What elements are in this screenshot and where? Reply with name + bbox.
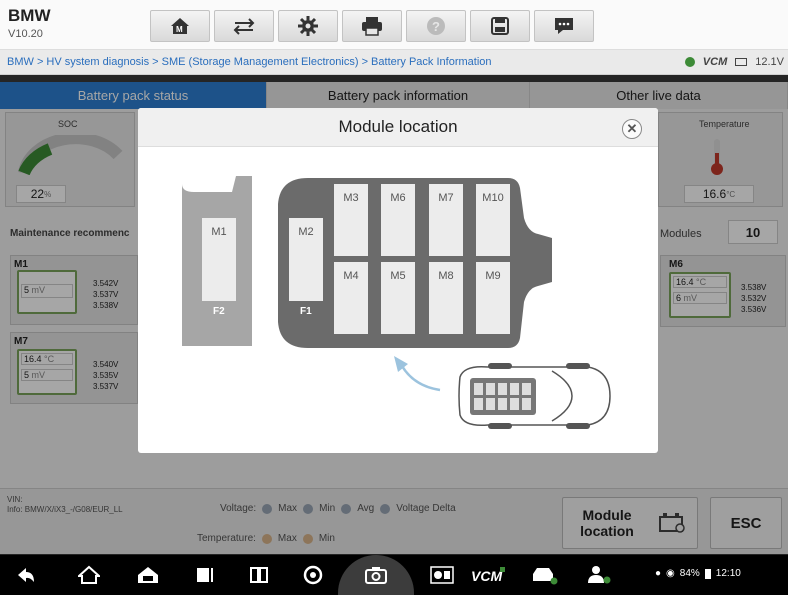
cell-label: M10	[482, 192, 504, 204]
battery-voltage: 12.1V	[755, 56, 784, 68]
module-location-dialog: Module location ✕ M1 F2 M2 F1 M3 M6 M7 M10 M…	[138, 108, 658, 453]
dialog-title: Module location	[338, 117, 458, 136]
back-icon[interactable]	[16, 566, 36, 584]
save-button[interactable]	[470, 10, 530, 42]
module-cell-m9: M9	[476, 262, 510, 334]
cell-label: M1	[211, 226, 227, 238]
cell-label: M9	[485, 270, 501, 282]
app-home-icon[interactable]	[137, 565, 159, 585]
cell-label: M2	[298, 226, 314, 238]
print-icon	[362, 17, 382, 36]
car-swap-button[interactable]	[214, 10, 274, 42]
cell-label: M7	[438, 192, 454, 204]
module-cell-m6: M6	[381, 184, 415, 256]
gear-icon	[298, 16, 318, 36]
top-toolbar: BMW V10.20 M ?	[0, 0, 788, 50]
battery-voltage-icon	[735, 58, 748, 66]
message-button[interactable]	[534, 10, 594, 42]
module-cell-m10: M10	[476, 184, 510, 256]
vehicle-app-icon[interactable]	[530, 565, 558, 585]
app-name: BMW	[8, 6, 51, 25]
clock: 12:10	[715, 568, 741, 579]
app-brand: BMW V10.20	[8, 6, 51, 41]
camera-icon	[365, 567, 387, 584]
android-nav-bar: VCM ● ◉ 84% 12:10	[0, 555, 788, 595]
vehicle-battery-location-icon	[458, 363, 611, 429]
module-cell-m8: M8	[429, 262, 463, 334]
location-icon: ●	[655, 568, 662, 579]
screen-record-icon[interactable]	[430, 566, 454, 584]
close-icon: ✕	[626, 121, 638, 136]
module-cell-m7: M7	[429, 184, 463, 256]
remote-expert-icon[interactable]	[585, 565, 613, 585]
browser-icon[interactable]	[303, 565, 323, 585]
cell-label: M6	[390, 192, 406, 204]
home-icon: M	[171, 18, 189, 34]
save-icon	[491, 17, 509, 35]
message-icon	[555, 18, 573, 34]
camera-button[interactable]	[338, 555, 414, 595]
recent-apps-icon[interactable]	[196, 567, 214, 583]
module-cell-m3: M3	[334, 184, 368, 256]
svg-text:?: ?	[432, 19, 440, 34]
network-icon	[684, 57, 695, 67]
f2-label: F2	[213, 306, 225, 317]
breadcrumb-bar: BMW > HV system diagnosis > SME (Storage…	[0, 50, 788, 75]
direction-arrow-icon	[394, 356, 441, 392]
system-status: ● ◉ 84% 12:10	[655, 568, 741, 579]
module-cell-m1: M1	[202, 218, 236, 301]
home-button[interactable]: M	[150, 10, 210, 42]
help-icon: ?	[427, 17, 445, 35]
cell-label: M5	[390, 270, 406, 282]
app-version: V10.20	[8, 28, 43, 40]
svg-text:VCM: VCM	[471, 568, 502, 584]
module-cell-m4: M4	[334, 262, 368, 334]
breadcrumb[interactable]: BMW > HV system diagnosis > SME (Storage…	[7, 56, 492, 68]
cell-label: M4	[343, 270, 359, 282]
battery-percent: 84%	[679, 568, 700, 579]
status-indicators: VCM 12.1V	[684, 56, 784, 68]
close-button[interactable]: ✕	[622, 119, 642, 139]
vcm-app-icon[interactable]: VCM	[470, 565, 506, 585]
wifi-icon: ◉	[666, 568, 675, 579]
split-screen-icon[interactable]	[250, 567, 268, 583]
f1-label: F1	[300, 306, 312, 317]
cell-label: M8	[438, 270, 454, 282]
home-nav-icon[interactable]	[78, 565, 100, 585]
cell-label: M3	[343, 192, 359, 204]
print-button[interactable]	[342, 10, 402, 42]
module-cell-m2: M2	[289, 218, 323, 301]
car-swap-icon	[233, 18, 255, 35]
module-cell-m5: M5	[381, 262, 415, 334]
settings-button[interactable]	[278, 10, 338, 42]
vcm-label: VCM	[702, 56, 728, 68]
battery-icon	[704, 568, 711, 579]
svg-text:M: M	[176, 25, 183, 34]
help-button[interactable]: ?	[406, 10, 466, 42]
